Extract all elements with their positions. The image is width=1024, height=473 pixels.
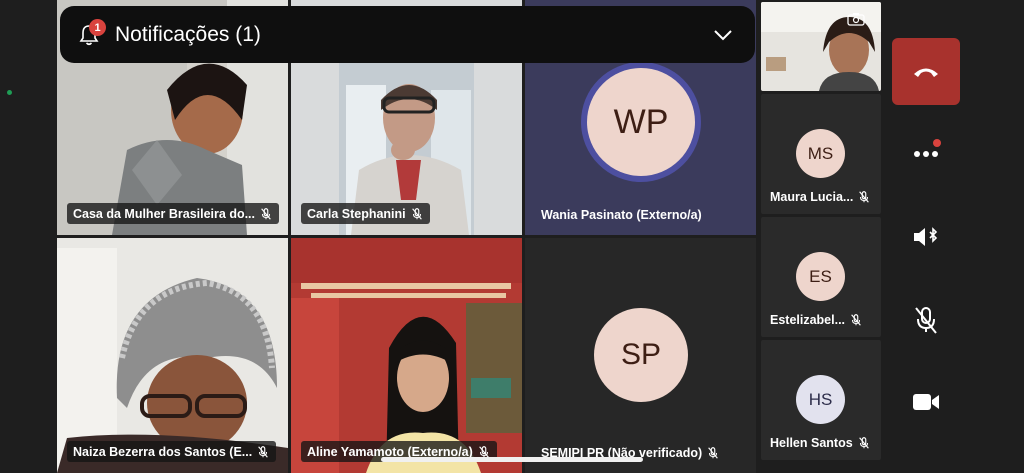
- notification-badge: 1: [89, 19, 106, 36]
- participant-name: Casa da Mulher Brasileira do...: [73, 206, 256, 221]
- participant-label: Maura Lucia...: [770, 190, 871, 204]
- participant-name-pill: Naiza Bezerra dos Santos (E...: [67, 441, 277, 462]
- participant-name: Carla Stephanini: [307, 206, 406, 221]
- switch-camera-icon[interactable]: [847, 12, 865, 26]
- mic-off-icon: [258, 445, 269, 458]
- participant-video: [291, 238, 522, 473]
- avatar-initials: MS: [807, 143, 834, 163]
- participant-tile-semipi[interactable]: SP SEMIPI PR (Não verificado): [525, 238, 756, 473]
- audio-output-button[interactable]: [908, 219, 944, 255]
- participant-tile-aline[interactable]: Aline Yamamoto (Externo/a): [291, 238, 522, 473]
- participant-tile-naiza[interactable]: Naiza Bezerra dos Santos (E...: [57, 238, 288, 473]
- notifications-banner[interactable]: 1 Notificações (1): [60, 6, 755, 63]
- participant-label: Wania Pasinato (Externo/a): [541, 208, 702, 222]
- notifications-title: Notificações (1): [115, 23, 261, 46]
- side-participant-estelizabel[interactable]: ES Estelizabel...: [761, 217, 881, 337]
- mic-off-icon: [859, 191, 870, 203]
- side-participant-maura[interactable]: MS Maura Lucia...: [761, 94, 881, 214]
- mute-button[interactable]: [908, 302, 944, 338]
- participant-avatar: MS: [796, 129, 845, 178]
- phone-hangup-icon: [914, 68, 938, 77]
- mic-off-icon: [708, 447, 718, 459]
- more-notification-dot: [933, 139, 941, 147]
- avatar-initials: HS: [808, 389, 833, 409]
- participant-name: Wania Pasinato (Externo/a): [541, 208, 702, 222]
- participant-avatar: SP: [594, 308, 688, 402]
- home-indicator[interactable]: [381, 457, 643, 462]
- chevron-down-icon[interactable]: [713, 28, 733, 42]
- participant-label: Estelizabel...: [770, 313, 863, 327]
- avatar-initials: SP: [620, 338, 662, 371]
- self-view-tile[interactable]: [761, 2, 881, 91]
- participant-name: Hellen Santos: [770, 436, 853, 450]
- more-icon: [914, 151, 938, 157]
- camera-button[interactable]: [908, 384, 944, 420]
- avatar-initials: WP: [587, 68, 695, 176]
- status-dot: [7, 90, 12, 95]
- participant-name-pill: Carla Stephanini: [301, 203, 430, 224]
- participant-label: Hellen Santos: [770, 436, 871, 450]
- participant-name-pill: Casa da Mulher Brasileira do...: [67, 203, 280, 224]
- mic-off-icon: [851, 314, 861, 326]
- participant-video: [57, 238, 288, 473]
- video-camera-icon: [913, 394, 939, 410]
- mic-off-icon: [261, 207, 271, 220]
- participant-avatar: WP: [581, 62, 701, 182]
- avatar-initials: ES: [809, 266, 832, 286]
- speaker-bluetooth-icon: [914, 227, 938, 246]
- hangup-button[interactable]: [892, 38, 960, 105]
- side-participant-hellen[interactable]: HS Hellen Santos: [761, 340, 881, 460]
- mic-off-icon: [411, 207, 422, 220]
- participant-avatar: HS: [796, 375, 845, 424]
- mic-off-icon: [858, 437, 869, 449]
- mic-off-icon: [915, 307, 937, 334]
- participant-name: Estelizabel...: [770, 313, 846, 327]
- participant-name: Naiza Bezerra dos Santos (E...: [73, 444, 253, 459]
- participant-avatar: ES: [796, 252, 845, 301]
- participant-name: Maura Lucia...: [770, 190, 854, 204]
